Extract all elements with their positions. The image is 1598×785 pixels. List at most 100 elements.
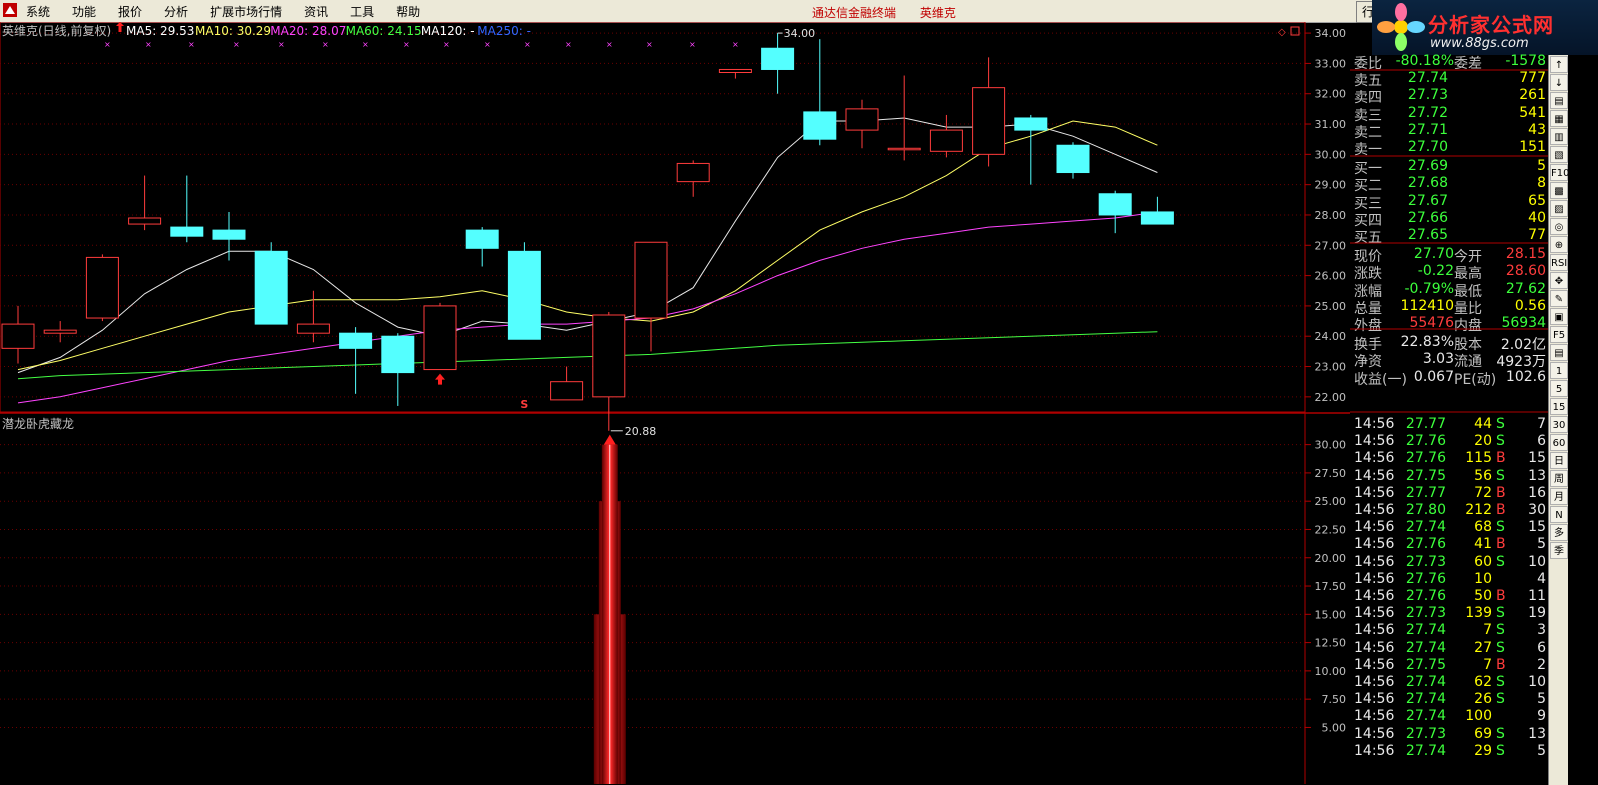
menu-item-0[interactable]: 系统: [26, 3, 50, 20]
ma-marker: ×: [104, 40, 111, 49]
candle-6[interactable]: [254, 242, 288, 325]
candle-body-up: [929, 129, 963, 152]
sidebar-button-7[interactable]: ▩: [1550, 182, 1568, 199]
candle-18[interactable]: [761, 33, 795, 94]
sidebar-button-17[interactable]: 1: [1550, 362, 1568, 379]
sub-tick-label: 25.00: [1315, 495, 1347, 508]
signal-bar-2: [601, 444, 618, 784]
candle-body-up: [972, 87, 1006, 155]
sidebar-button-15[interactable]: F5: [1550, 326, 1568, 343]
diamond-icon: ◇: [1278, 27, 1286, 38]
candle-25[interactable]: [1056, 142, 1090, 179]
sidebar-button-0[interactable]: ↑: [1550, 56, 1568, 73]
ma-marker: ×: [646, 40, 653, 49]
sub-tick-label: 15.00: [1315, 608, 1347, 621]
sidebar-button-13[interactable]: ✎: [1550, 290, 1568, 307]
sidebar-button-21[interactable]: 60: [1550, 434, 1568, 451]
buy-signal-arrow-icon: [435, 373, 445, 385]
sidebar-button-14[interactable]: ▣: [1550, 308, 1568, 325]
ma-legend-5: MA250: -: [477, 24, 531, 38]
sidebar-button-26[interactable]: 多: [1550, 524, 1568, 541]
sub-bars: [593, 434, 626, 784]
app-logo-icon: [3, 3, 17, 17]
sidebar-button-19[interactable]: 15: [1550, 398, 1568, 415]
candle-21[interactable]: [887, 75, 921, 161]
sub-tick-label: 5.00: [1322, 721, 1347, 734]
ma-line-MA60: [17, 331, 1158, 380]
candle-22[interactable]: [929, 114, 963, 158]
menu-item-7[interactable]: 帮助: [396, 3, 420, 20]
sidebar-button-1[interactable]: ↓: [1550, 74, 1568, 91]
candle-23[interactable]: [972, 57, 1006, 167]
sidebar-button-27[interactable]: 季: [1550, 542, 1568, 559]
sidebar-button-9[interactable]: ◎: [1550, 218, 1568, 235]
menu-item-2[interactable]: 报价: [118, 3, 142, 20]
sub-tick-label: 17.50: [1315, 580, 1347, 593]
candle-1[interactable]: [43, 321, 77, 343]
candle-12[interactable]: [507, 242, 541, 340]
candle-26[interactable]: [1098, 190, 1132, 234]
candle-4[interactable]: [170, 175, 204, 243]
candle-11[interactable]: [465, 227, 499, 267]
candle-16[interactable]: [676, 160, 710, 197]
chart-area[interactable]: 22.00 23.00 24.00 25.00 26.00 27.00 28.00 29.00…: [0, 22, 1350, 785]
candle-5[interactable]: [212, 211, 246, 261]
menu-item-5[interactable]: 资讯: [304, 3, 328, 20]
main-tick-label: 24.00: [1315, 330, 1347, 343]
sidebar-button-18[interactable]: 5: [1550, 380, 1568, 397]
candle-19[interactable]: [803, 39, 837, 146]
sidebar-button-11[interactable]: RSI: [1550, 254, 1568, 271]
terminal-title: 通达信金融终端: [812, 6, 897, 20]
sidebar-button-12[interactable]: ✥: [1550, 272, 1568, 289]
candle-body-down: [254, 250, 288, 325]
candle-3[interactable]: [128, 175, 162, 231]
menu-item-1[interactable]: 功能: [72, 3, 96, 20]
signal-bar-tip-icon: [603, 434, 616, 445]
main-tick-label: 22.00: [1315, 391, 1347, 404]
sidebar-button-10[interactable]: ⊕: [1550, 236, 1568, 253]
sidebar-button-4[interactable]: ▥: [1550, 128, 1568, 145]
candle-body-down: [507, 250, 541, 340]
sidebar-button-20[interactable]: 30: [1550, 416, 1568, 433]
sub-tick-label: 30.00: [1315, 439, 1347, 452]
sidebar-button-25[interactable]: N: [1550, 506, 1568, 523]
sidebar-button-22[interactable]: 日: [1550, 452, 1568, 469]
main-tick-label: 29.00: [1315, 179, 1347, 192]
high-price-label: 34.00: [784, 27, 816, 40]
candle-27[interactable]: [1140, 196, 1174, 225]
candle-24[interactable]: [1014, 114, 1048, 185]
right-strip: [1568, 55, 1598, 785]
candle-10[interactable]: [423, 302, 457, 371]
sidebar-button-3[interactable]: ▦: [1550, 110, 1568, 127]
candle-2[interactable]: [85, 254, 119, 322]
candle-20[interactable]: [845, 99, 879, 149]
candle-7[interactable]: [296, 290, 330, 343]
sidebar-button-8[interactable]: ▨: [1550, 200, 1568, 217]
candle-15[interactable]: [634, 241, 668, 352]
candle-body-up: [676, 162, 710, 183]
sidebar-button-16[interactable]: ▤: [1550, 344, 1568, 361]
sidebar-button-5[interactable]: ▧: [1550, 146, 1568, 163]
sidebar-button-6[interactable]: F10: [1550, 164, 1569, 181]
ma-marker: ×: [484, 40, 491, 49]
sub-tick-label: 7.50: [1322, 693, 1347, 706]
low-price-label: 20.88: [625, 425, 657, 438]
menu-item-3[interactable]: 分析: [164, 3, 188, 20]
ma-marker: ×: [188, 40, 195, 49]
candle-body-up: [85, 256, 119, 319]
candle-9[interactable]: [381, 333, 415, 406]
up-arrow-icon: [116, 22, 124, 32]
quote-separators: [1350, 69, 1548, 413]
sidebar-button-23[interactable]: 周: [1550, 470, 1568, 487]
sidebar-button-2[interactable]: ▤: [1550, 92, 1568, 109]
candle-8[interactable]: [339, 327, 373, 394]
candle-0[interactable]: [1, 305, 35, 364]
main-chart-title: 英维克(日线,前复权): [2, 23, 111, 38]
sidebar-button-24[interactable]: 月: [1550, 488, 1568, 505]
menu-item-4[interactable]: 扩展市场行情: [210, 3, 282, 20]
candle-13[interactable]: [550, 366, 584, 401]
candle-17[interactable]: [718, 68, 752, 79]
menu-item-6[interactable]: 工具: [350, 3, 374, 20]
sub-tick-label: 20.00: [1315, 552, 1347, 565]
candle-body-down: [1056, 144, 1090, 174]
